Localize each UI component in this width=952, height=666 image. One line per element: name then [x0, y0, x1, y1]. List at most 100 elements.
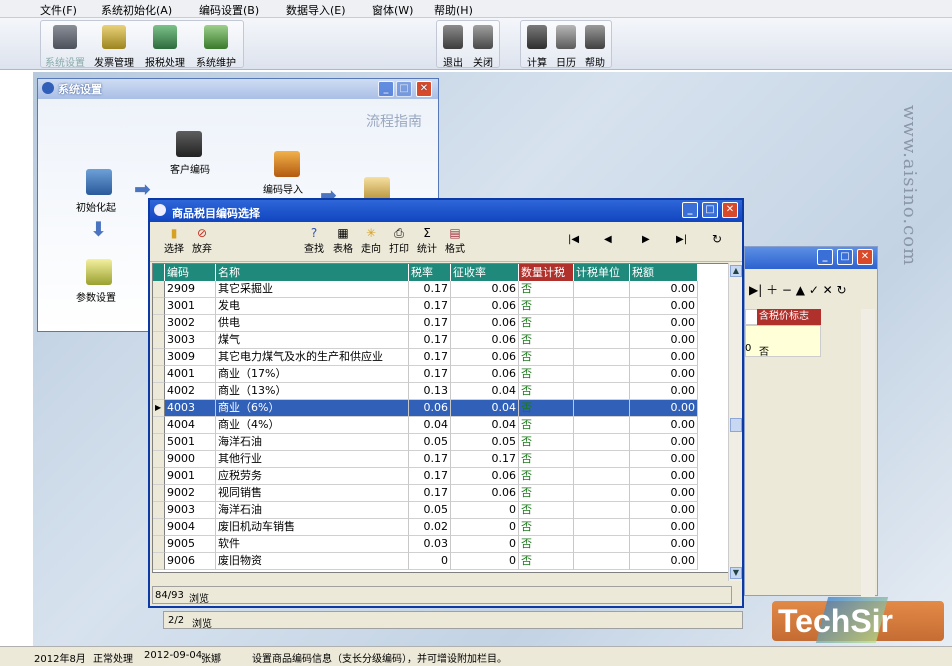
table-row[interactable]: 5001 海洋石油 0.05 0.05 否 0.00	[153, 434, 729, 451]
direction-button[interactable]: ✳ 走向	[361, 226, 381, 255]
maximize-icon[interactable]: □	[702, 202, 718, 218]
customer-code-icon[interactable]	[176, 131, 202, 157]
table-row[interactable]: 9006 废旧物资 0 0 否 0.00	[153, 553, 729, 570]
column-header-name[interactable]: 名称	[216, 264, 409, 281]
row-indicator[interactable]: ▶	[153, 400, 165, 417]
side-browse-tab[interactable]: 浏览	[192, 615, 212, 630]
cell-quantity-tax: 否	[519, 434, 574, 451]
menu-window[interactable]: 窗体(W)	[372, 2, 413, 18]
maximize-icon[interactable]: □	[837, 249, 853, 265]
parameter-icon[interactable]	[86, 259, 112, 285]
table-row[interactable]: 9003 海洋石油 0.05 0 否 0.00	[153, 502, 729, 519]
select-button[interactable]: ▮ 选择	[164, 226, 184, 255]
menu-data-import[interactable]: 数据导入(E)	[286, 2, 346, 18]
table-row[interactable]: 4002 商业（13%） 0.13 0.04 否 0.00	[153, 383, 729, 400]
system-maintenance-button[interactable]: 系统维护	[196, 25, 236, 69]
row-indicator[interactable]	[153, 281, 165, 298]
table-row[interactable]: 9005 软件 0.03 0 否 0.00	[153, 536, 729, 553]
side-scrollbar[interactable]	[861, 309, 875, 599]
abandon-button[interactable]: ⊘ 放弃	[192, 226, 212, 255]
init-icon[interactable]	[86, 169, 112, 195]
column-header-rate[interactable]: 税率	[409, 264, 451, 281]
system-settings-button[interactable]: 系统设置	[45, 25, 85, 69]
cell-name: 废旧物资	[216, 553, 409, 570]
menu-system-init[interactable]: 系统初始化(A)	[101, 2, 172, 18]
dialog-titlebar[interactable]: 商品税目编码选择 _ □ ✕	[150, 200, 742, 222]
table-row[interactable]: ▶ 4003 商业（6%） 0.06 0.04 否 0.00	[153, 400, 729, 417]
scroll-thumb[interactable]	[730, 418, 742, 432]
row-indicator[interactable]	[153, 332, 165, 349]
table-row[interactable]: 9000 其他行业 0.17 0.17 否 0.00	[153, 451, 729, 468]
row-indicator[interactable]	[153, 451, 165, 468]
side-window-titlebar[interactable]: _ □ ✕	[745, 247, 877, 269]
column-header-tax-unit[interactable]: 计税单位	[574, 264, 630, 281]
table-row[interactable]: 4004 商业（4%） 0.04 0.04 否 0.00	[153, 417, 729, 434]
row-indicator[interactable]	[153, 315, 165, 332]
scroll-down-icon[interactable]: ▼	[730, 567, 742, 579]
row-indicator[interactable]	[153, 519, 165, 536]
minimize-icon[interactable]: _	[682, 202, 698, 218]
row-indicator[interactable]	[153, 298, 165, 315]
row-indicator[interactable]	[153, 553, 165, 570]
close-window-icon[interactable]: ✕	[416, 81, 432, 97]
close-button[interactable]: 关闭	[467, 25, 499, 69]
exit-button[interactable]: 退出	[437, 25, 469, 69]
column-header-code[interactable]: 编码	[165, 264, 216, 281]
last-record-button[interactable]: ▶|	[676, 234, 687, 245]
minimize-icon[interactable]: _	[378, 81, 394, 97]
table-row[interactable]: 3003 煤气 0.17 0.06 否 0.00	[153, 332, 729, 349]
table-row[interactable]: 3001 发电 0.17 0.06 否 0.00	[153, 298, 729, 315]
close-window-icon[interactable]: ✕	[857, 249, 873, 265]
table-row[interactable]: 9004 废旧机动车销售 0.02 0 否 0.00	[153, 519, 729, 536]
table-row[interactable]: 4001 商业（17%） 0.17 0.06 否 0.00	[153, 366, 729, 383]
table-row[interactable]: 2909 其它采掘业 0.17 0.06 否 0.00	[153, 281, 729, 298]
menu-code-settings[interactable]: 编码设置(B)	[199, 2, 259, 18]
cell-quantity-tax: 否	[519, 468, 574, 485]
row-indicator[interactable]	[153, 536, 165, 553]
format-button[interactable]: ▤ 格式	[445, 226, 465, 255]
close-window-icon[interactable]: ✕	[722, 202, 738, 218]
menu-file[interactable]: 文件(F)	[40, 2, 77, 18]
calculator-button[interactable]: 计算	[521, 25, 553, 69]
table-row[interactable]: 3009 其它电力煤气及水的生产和供应业 0.17 0.06 否 0.00	[153, 349, 729, 366]
print-button[interactable]: ⎙ 打印	[389, 226, 409, 255]
code-import-icon[interactable]	[274, 151, 300, 177]
find-button[interactable]: ? 查找	[304, 226, 324, 255]
table-row[interactable]: 9001 应税劳务 0.17 0.06 否 0.00	[153, 468, 729, 485]
invoice-management-button[interactable]: 发票管理	[94, 25, 134, 69]
next-record-button[interactable]: ▶	[642, 234, 650, 245]
refresh-button[interactable]: ↻	[712, 232, 722, 246]
row-indicator[interactable]	[153, 417, 165, 434]
row-indicator[interactable]	[153, 383, 165, 400]
minimize-icon[interactable]: _	[817, 249, 833, 265]
table-row[interactable]: 3002 供电 0.17 0.06 否 0.00	[153, 315, 729, 332]
cell-tax-unit	[574, 366, 630, 383]
column-header-quantity-tax[interactable]: 数量计税	[519, 264, 574, 281]
table-button[interactable]: ▦ 表格	[333, 226, 353, 255]
side-nav-icons[interactable]: ▶| ＋ − ▲ ✓ ✕ ↻	[749, 281, 847, 298]
calendar-button[interactable]: 日历	[550, 25, 582, 69]
system-settings-titlebar[interactable]: 系统设置 _ □ ✕	[38, 79, 438, 99]
row-indicator[interactable]	[153, 468, 165, 485]
row-indicator[interactable]	[153, 485, 165, 502]
row-indicator[interactable]	[153, 349, 165, 366]
table-row[interactable]: 9002 视同销售 0.17 0.06 否 0.00	[153, 485, 729, 502]
tax-report-button[interactable]: 报税处理	[145, 25, 185, 69]
column-header-tax-amount[interactable]: 税额	[630, 264, 698, 281]
row-indicator[interactable]	[153, 502, 165, 519]
column-header-levy-rate[interactable]: 征收率	[451, 264, 519, 281]
side-grid-row[interactable]	[745, 325, 821, 357]
cell-rate: 0.17	[409, 366, 451, 383]
row-indicator[interactable]	[153, 434, 165, 451]
browse-tab[interactable]: 浏览	[189, 590, 209, 605]
menu-help[interactable]: 帮助(H)	[434, 2, 473, 18]
first-record-button[interactable]: |◀	[568, 234, 579, 245]
row-indicator[interactable]	[153, 366, 165, 383]
statistics-button[interactable]: Σ 统计	[417, 226, 437, 255]
maximize-icon[interactable]: □	[396, 81, 412, 97]
grid-vertical-scrollbar[interactable]: ▲ ▼	[728, 263, 742, 581]
scroll-up-icon[interactable]: ▲	[730, 265, 742, 277]
previous-record-button[interactable]: ◀	[604, 234, 612, 245]
help-button[interactable]: 帮助	[579, 25, 611, 69]
cell-tax-amount: 0.00	[630, 417, 698, 434]
